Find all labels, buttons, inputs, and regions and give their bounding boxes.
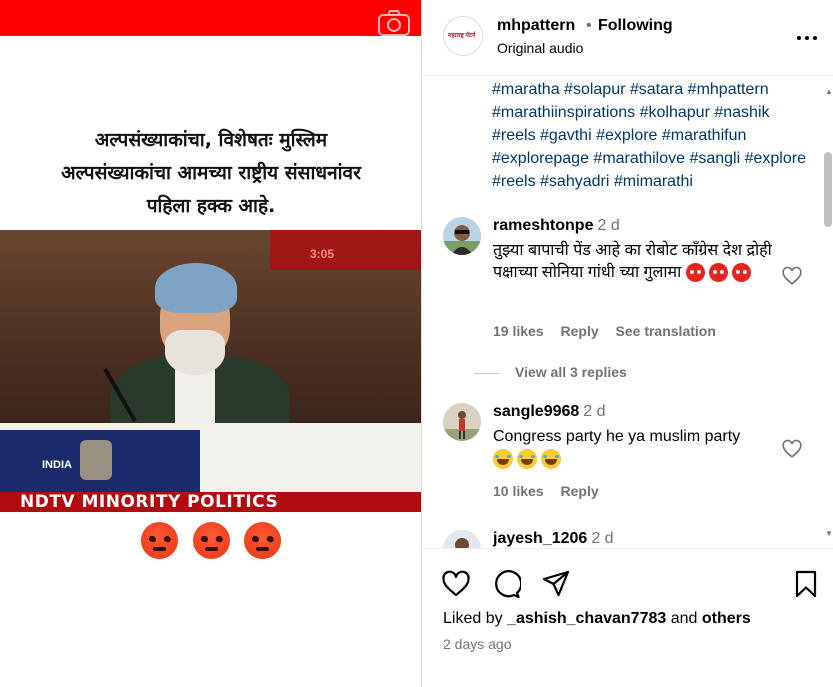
view-replies-text[interactable]: View all 3 replies <box>515 364 627 380</box>
profile-username[interactable]: mhpattern <box>497 17 575 35</box>
red-angry-face-icon <box>731 263 751 283</box>
comment-username[interactable]: sangle9968 2 d <box>493 403 606 421</box>
video-frame[interactable]: 3:05 INDIA NDTV MINORITY POLITICS <box>0 230 421 512</box>
speaker-turban <box>155 263 237 313</box>
liked-by-and: and <box>670 610 698 627</box>
comment-username[interactable]: jayesh_1206 2 d <box>493 530 614 548</box>
caption-hashtags[interactable]: #maratha #solapur #satara #mhpattern #ma… <box>492 78 812 193</box>
comment: sangle9968 2 d Congress party he ya musli… <box>443 403 823 503</box>
view-replies-button[interactable]: View all 3 replies <box>474 364 627 380</box>
scroll-up-arrow-icon[interactable]: ▲ <box>825 87 833 96</box>
liked-by-user[interactable]: _ashish_chavan7783 <box>507 610 666 627</box>
angry-face-icon <box>243 522 281 559</box>
reply-button[interactable]: Reply <box>561 483 599 499</box>
comment-time: 2 d <box>591 530 614 547</box>
comment-text: Congress party he ya muslim party <box>493 426 778 470</box>
video-ticker: 3:05 <box>310 247 335 261</box>
video-logo-area <box>270 230 421 270</box>
comment: rameshtonpe 2 d तुझ्या बापाची पेंड आहे का… <box>443 217 823 347</box>
national-emblem-icon <box>80 440 112 480</box>
comment-likes[interactable]: 19 likes <box>493 323 544 339</box>
comment: jayesh_1206 2 d <box>443 530 823 548</box>
liked-by-text: Liked by _ashish_chavan7783 and others <box>443 610 751 628</box>
profile-avatar[interactable]: महाराष्ट्र पॅटर्न <box>443 16 483 56</box>
comment-username-text[interactable]: jayesh_1206 <box>493 530 587 547</box>
comment-text-content: तुझ्या बापाची पेंड आहे का रोबोट कॉंग्रेस… <box>493 242 772 281</box>
replies-divider <box>474 372 499 374</box>
comment-likes[interactable]: 10 likes <box>493 483 544 499</box>
person-avatar-icon <box>443 217 481 255</box>
comment-text: तुझ्या बापाची पेंड आहे का रोबोट कॉंग्रेस… <box>493 240 778 284</box>
camera-icon <box>378 10 410 36</box>
post-actions: Liked by _ashish_chavan7783 and others 2… <box>423 548 833 687</box>
reel-media[interactable]: अल्पसंख्याकांचा, विशेषतः मुस्लिम अल्पसंख… <box>0 0 422 687</box>
media-top-bar <box>0 0 421 36</box>
podium-sign-text: INDIA <box>42 459 72 471</box>
following-button[interactable]: Following <box>598 17 673 35</box>
like-comment-heart-icon[interactable] <box>781 265 803 287</box>
person-avatar-icon <box>443 403 481 441</box>
comment-meta: 10 likes Reply <box>493 483 612 499</box>
share-paper-plane-icon[interactable] <box>541 569 571 599</box>
comment-username-text[interactable]: sangle9968 <box>493 403 579 420</box>
comment-username-text[interactable]: rameshtonpe <box>493 217 593 234</box>
comment-time: 2 d <box>597 217 620 234</box>
scroll-down-arrow-icon[interactable]: ▼ <box>825 529 833 538</box>
like-comment-heart-icon[interactable] <box>781 438 803 460</box>
like-heart-icon[interactable] <box>441 569 471 599</box>
news-banner-text: NDTV MINORITY POLITICS <box>20 492 279 512</box>
laughing-face-icon <box>517 448 537 469</box>
commenter-avatar[interactable] <box>443 530 481 548</box>
person-avatar-icon <box>443 530 481 548</box>
post-timestamp[interactable]: 2 days ago <box>443 636 512 652</box>
comment-bubble-icon[interactable] <box>491 569 521 599</box>
commenter-avatar[interactable] <box>443 403 481 441</box>
red-angry-face-icon <box>708 263 728 283</box>
save-bookmark-icon[interactable] <box>791 569 821 599</box>
comment-text-content: Congress party he ya muslim party <box>493 428 741 445</box>
scrollbar-thumb[interactable] <box>824 152 832 227</box>
comment-meta: 19 likes Reply See translation <box>493 323 729 339</box>
comment-username[interactable]: rameshtonpe 2 d <box>493 217 620 235</box>
red-angry-face-icon <box>685 263 705 283</box>
laughing-face-icon <box>493 448 513 469</box>
comments-scrollbar[interactable]: ▲ ▼ <box>823 77 833 548</box>
angry-face-icon <box>192 522 230 559</box>
speaker-beard <box>165 330 225 375</box>
separator-dot: • <box>586 17 592 34</box>
reply-button[interactable]: Reply <box>561 323 599 339</box>
comments-section[interactable]: #maratha #solapur #satara #mhpattern #ma… <box>423 77 833 548</box>
liked-by-prefix: Liked by <box>443 610 503 627</box>
laughing-face-icon <box>541 448 561 469</box>
angry-face-icon <box>141 522 179 559</box>
comment-time: 2 d <box>583 403 606 420</box>
post-header: महाराष्ट्र पॅटर्न mhpattern • Following … <box>423 0 833 76</box>
commenter-avatar[interactable] <box>443 217 481 255</box>
liked-by-others[interactable]: others <box>702 610 751 627</box>
avatar-logo-text: महाराष्ट्र पॅटर्न <box>448 33 476 39</box>
post-sidebar: महाराष्ट्र पॅटर्न mhpattern • Following … <box>423 0 833 687</box>
more-options-icon[interactable] <box>795 26 819 50</box>
post-headline: अल्पसंख्याकांचा, विशेषतः मुस्लिम अल्पसंख… <box>61 129 361 217</box>
reaction-emojis <box>0 522 421 559</box>
see-translation-button[interactable]: See translation <box>616 323 716 339</box>
audio-link[interactable]: Original audio <box>497 40 583 56</box>
